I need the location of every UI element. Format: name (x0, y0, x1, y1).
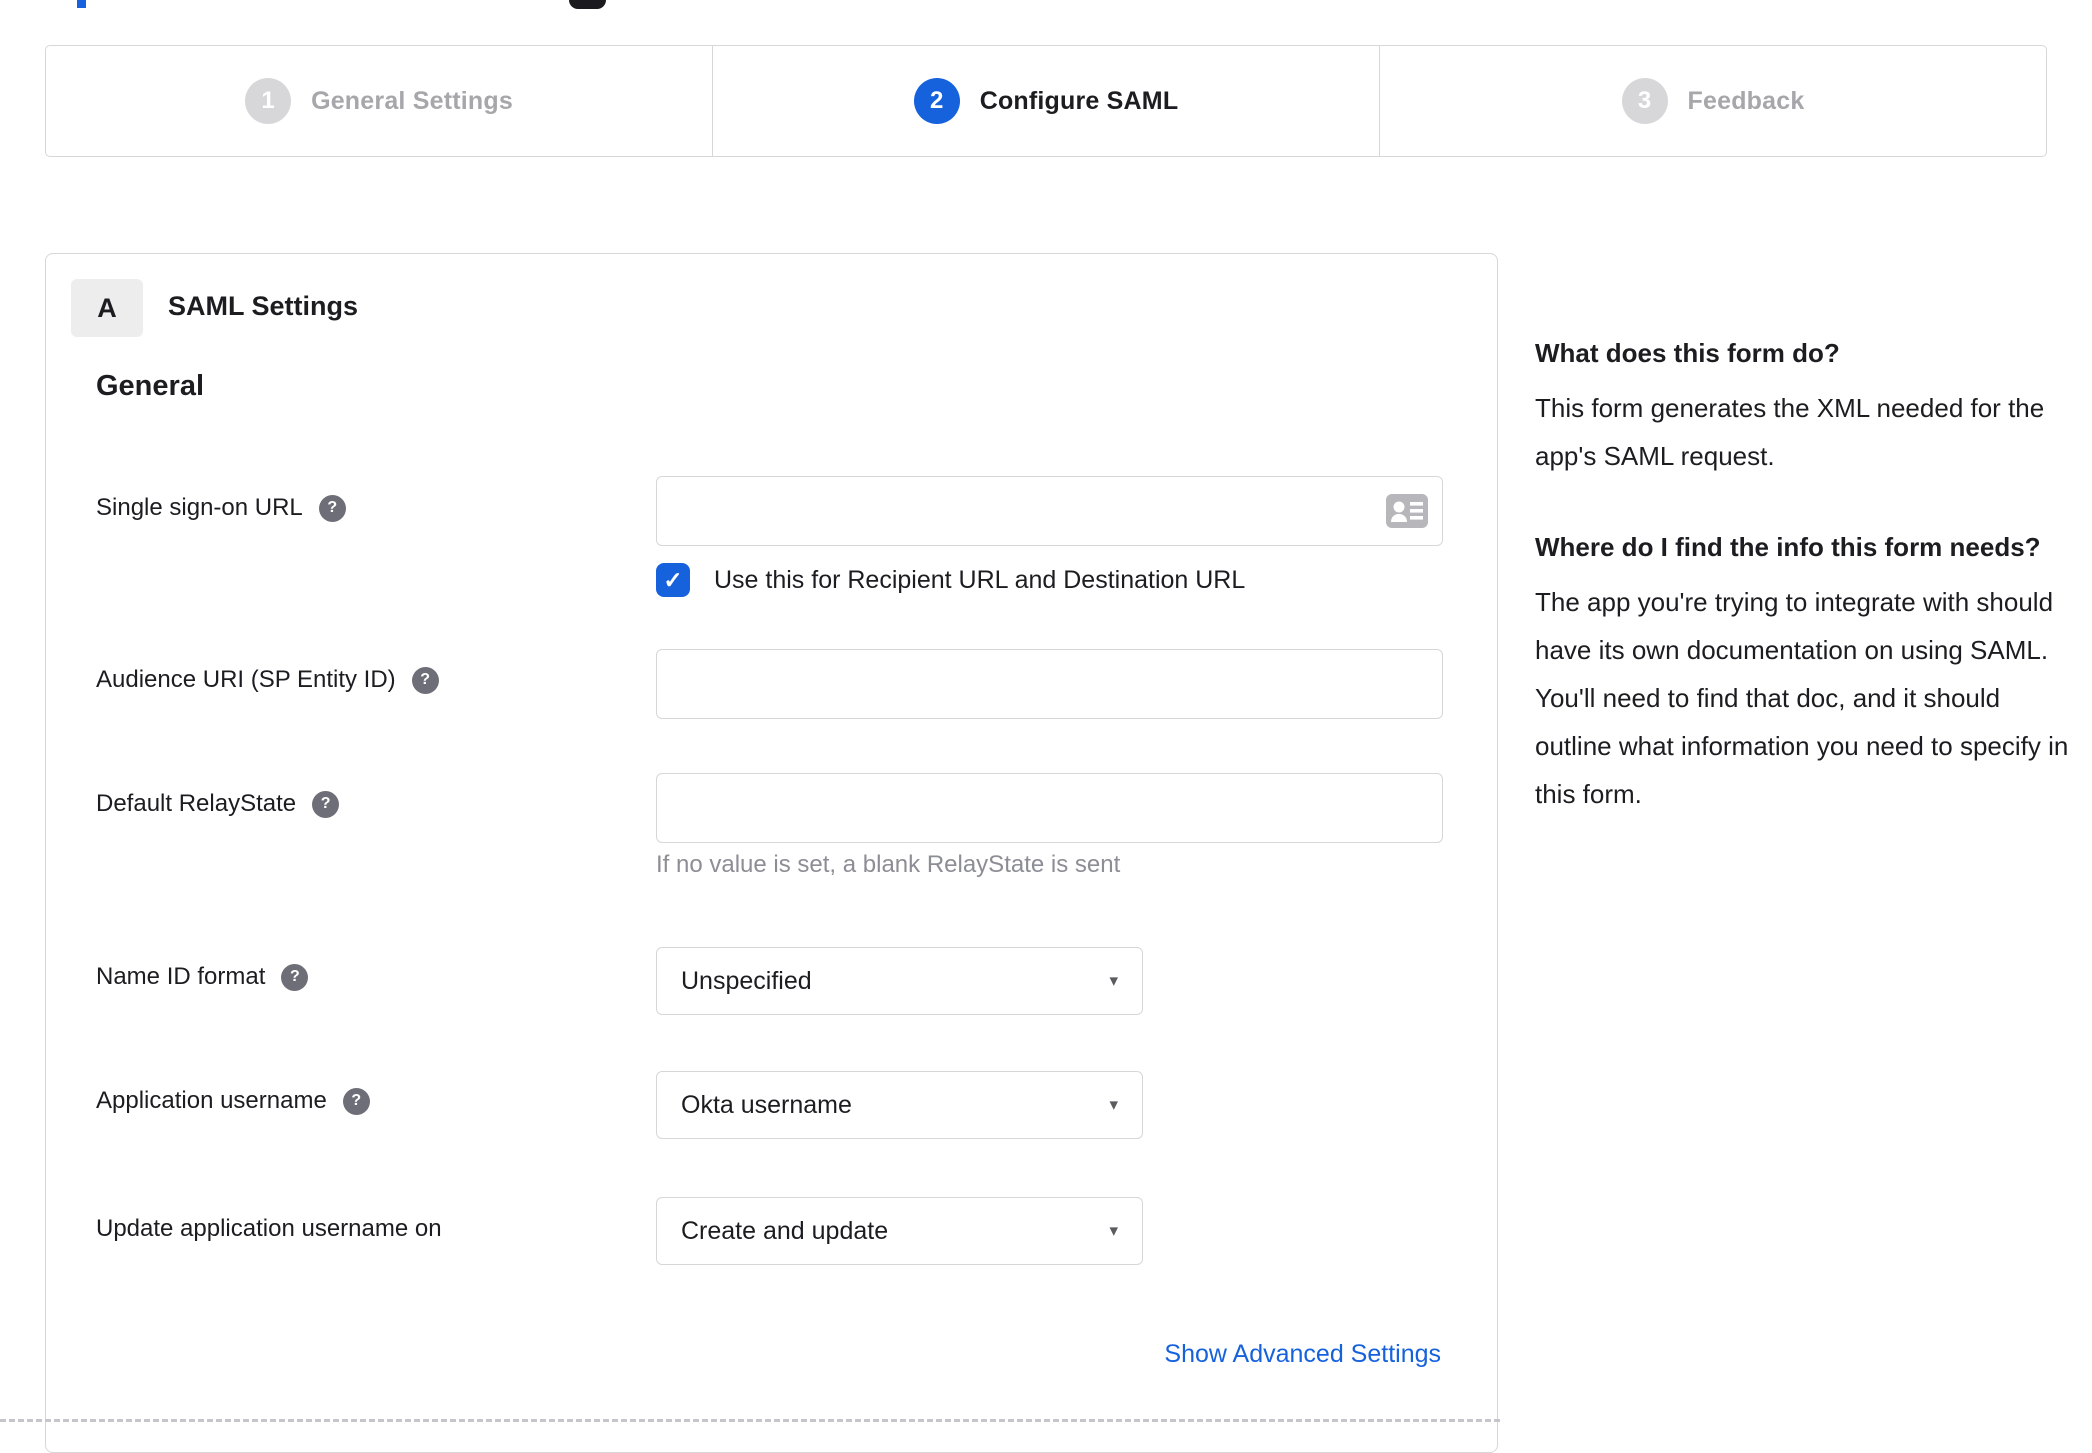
step-1-number-badge: 1 (245, 78, 292, 124)
step-3-label: Feedback (1687, 86, 1805, 115)
contact-card-icon (1386, 494, 1428, 528)
step-2-number-badge: 2 (913, 78, 960, 124)
step-general-settings: 1 General Settings (46, 46, 712, 156)
cropped-dark-fragment (569, 0, 606, 9)
step-configure-saml: 2 Configure SAML (712, 46, 1379, 156)
application-username-label-text: Application username (96, 1087, 327, 1114)
saml-settings-card: A SAML Settings General Single sign-on U… (45, 253, 1498, 1453)
step-2-label: Configure SAML (979, 86, 1179, 115)
help-body-what: This form generates the XML needed for t… (1535, 393, 2045, 471)
help-body-where: The app you're trying to integrate with … (1535, 587, 2069, 809)
help-icon[interactable]: ? (342, 1087, 370, 1115)
cropped-blue-fragment (77, 0, 86, 8)
chevron-down-icon: ▾ (1109, 971, 1118, 990)
audience-uri-label-text: Audience URI (SP Entity ID) (96, 666, 396, 693)
card-title: SAML Settings (168, 291, 359, 321)
update-application-username-value: Create and update (681, 1216, 889, 1245)
single-sign-on-url-label-text: Single sign-on URL (96, 494, 303, 521)
wizard-stepper: 1 General Settings 2 Configure SAML 3 Fe… (45, 45, 2047, 157)
section-a-badge: A (71, 279, 143, 337)
recipient-destination-url-checkbox-label: Use this for Recipient URL and Destinati… (714, 566, 1246, 594)
step-feedback: 3 Feedback (1379, 46, 2046, 156)
default-relaystate-label-text: Default RelayState (96, 790, 297, 817)
section-dashed-divider (0, 1419, 1500, 1422)
help-icon[interactable]: ? (281, 963, 309, 991)
step-1-label: General Settings (311, 86, 513, 115)
name-id-format-value: Unspecified (681, 966, 812, 995)
name-id-format-select[interactable]: Unspecified ▾ (656, 947, 1143, 1015)
application-username-label: Application username ? (96, 1087, 370, 1115)
relaystate-hint: If no value is set, a blank RelayState i… (656, 851, 1121, 878)
help-heading-where: Where do I find the info this form needs… (1535, 532, 2041, 562)
chevron-down-icon: ▾ (1109, 1095, 1118, 1114)
chevron-down-icon: ▾ (1109, 1221, 1118, 1240)
help-heading-what: What does this form do? (1535, 338, 1840, 368)
single-sign-on-url-label: Single sign-on URL ? (96, 494, 346, 522)
update-application-username-label: Update application username on (96, 1215, 442, 1243)
general-section-heading: General (96, 370, 204, 402)
application-username-value: Okta username (681, 1090, 852, 1119)
single-sign-on-url-input[interactable] (656, 476, 1443, 546)
help-icon[interactable]: ? (318, 494, 346, 522)
check-icon: ✓ (663, 566, 683, 593)
step-3-number-badge: 3 (1621, 78, 1668, 124)
audience-uri-input[interactable] (656, 649, 1443, 719)
recipient-destination-url-checkbox[interactable]: ✓ (656, 563, 690, 597)
default-relaystate-input[interactable] (656, 773, 1443, 843)
default-relaystate-label: Default RelayState ? (96, 790, 340, 818)
help-icon[interactable]: ? (312, 790, 340, 818)
help-icon[interactable]: ? (411, 666, 439, 694)
help-panel: What does this form do? This form genera… (1535, 330, 2070, 862)
audience-uri-label: Audience URI (SP Entity ID) ? (96, 666, 439, 694)
name-id-format-label-text: Name ID format (96, 963, 266, 990)
update-application-username-select[interactable]: Create and update ▾ (656, 1197, 1143, 1265)
show-advanced-settings-link[interactable]: Show Advanced Settings (1164, 1340, 1441, 1369)
application-username-select[interactable]: Okta username ▾ (656, 1071, 1143, 1139)
update-application-username-label-text: Update application username on (96, 1215, 442, 1242)
name-id-format-label: Name ID format ? (96, 963, 309, 991)
